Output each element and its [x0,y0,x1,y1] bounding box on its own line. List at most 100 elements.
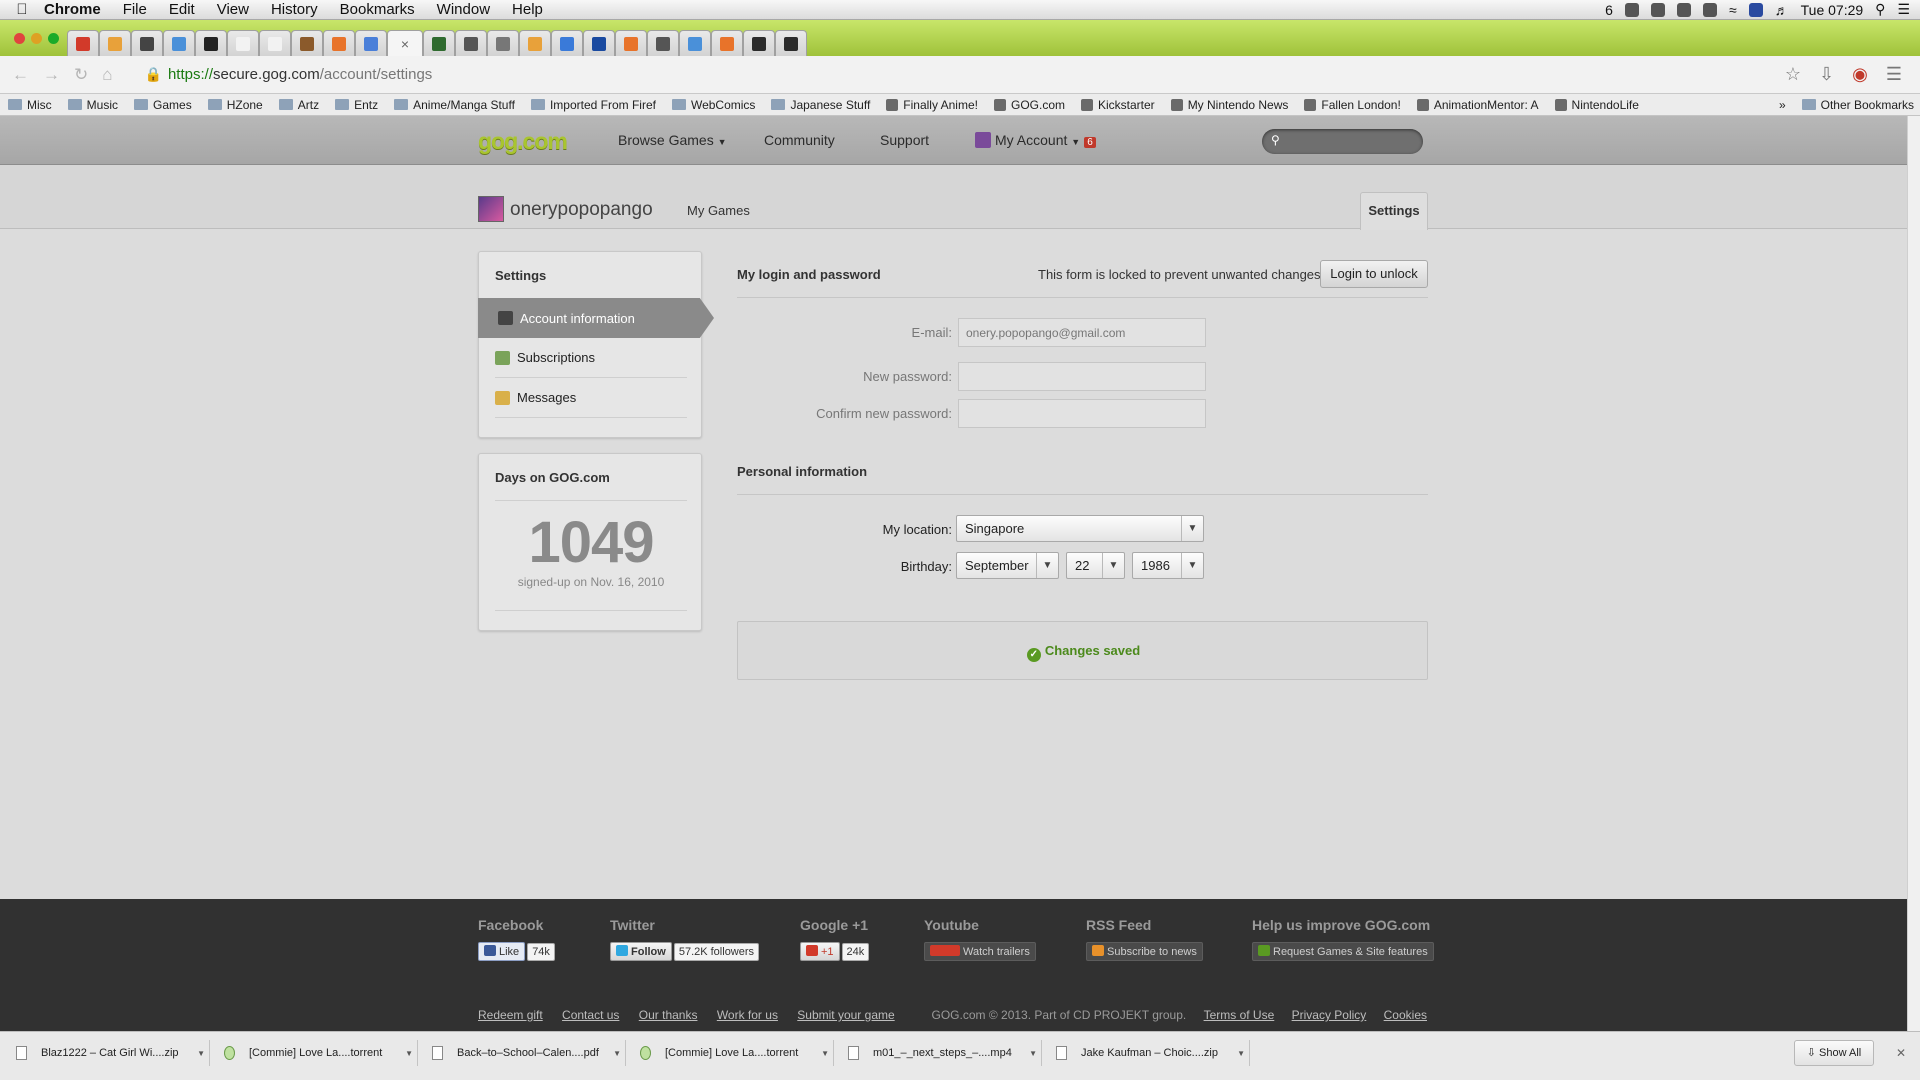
browser-tab[interactable] [519,30,551,56]
browser-tab[interactable] [99,30,131,56]
browser-tab[interactable] [743,30,775,56]
page-scrollbar[interactable] [1907,116,1920,1031]
bookmark-item[interactable]: Finally Anime! [886,98,978,112]
notification-center-icon[interactable]: ☰ [1897,1,1910,18]
nav-community[interactable]: Community [764,132,835,148]
bookmark-item[interactable]: Fallen London! [1304,98,1401,112]
browser-tab[interactable] [679,30,711,56]
volume-icon[interactable]: ♬ [1775,2,1789,18]
bookmark-item[interactable]: NintendoLife [1554,98,1639,112]
browser-tab[interactable] [775,30,807,56]
download-item[interactable]: m01_–_next_steps_–....mp4 ▼ [838,1040,1042,1066]
clock[interactable]: Tue 07:29 [1801,2,1864,18]
browser-tab[interactable] [583,30,615,56]
show-all-downloads-button[interactable]: ⇩ Show All [1794,1040,1874,1066]
birth-month-select[interactable]: September ▼ [956,552,1059,579]
menu-icon[interactable]: ☰ [1886,64,1902,85]
dropbox-icon[interactable] [1624,2,1639,17]
forward-icon[interactable]: → [43,65,60,85]
submit-game-link[interactable]: Submit your game [797,1008,894,1022]
browser-tab[interactable] [711,30,743,56]
chevron-down-icon[interactable]: ▼ [1029,1049,1037,1058]
email-field[interactable]: onery.popopango@gmail.com [958,318,1206,347]
bookmark-star-icon[interactable]: ☆ [1785,64,1801,85]
nav-my-account[interactable]: My Account ▼ 6 [975,132,1096,148]
browser-tab[interactable] [195,30,227,56]
browser-tab[interactable] [163,30,195,56]
chevron-down-icon[interactable]: ▼ [1237,1049,1245,1058]
cookies-link[interactable]: Cookies [1384,1008,1427,1022]
browser-tab[interactable] [323,30,355,56]
chevron-down-icon[interactable]: ▼ [613,1049,621,1058]
download-icon[interactable]: ⇩ [1819,64,1834,85]
menu-history[interactable]: History [271,1,318,18]
redeem-gift-link[interactable]: Redeem gift [478,1008,543,1022]
bookmark-item[interactable]: HZone [207,98,263,112]
new-password-field[interactable] [958,362,1206,391]
my-games-link[interactable]: My Games [687,203,750,218]
browser-tab[interactable] [227,30,259,56]
browser-tab-active[interactable]: × [387,30,423,56]
browser-tab[interactable] [455,30,487,56]
minimize-window-button[interactable] [31,33,42,44]
home-icon[interactable]: ⌂ [102,65,112,85]
request-games-button[interactable]: Request Games & Site features [1252,942,1434,961]
our-thanks-link[interactable]: Our thanks [639,1008,698,1022]
browser-tab[interactable] [647,30,679,56]
menu-file[interactable]: File [123,1,147,18]
status-count[interactable]: 6 [1605,2,1613,18]
timer-icon[interactable] [1650,2,1665,17]
username[interactable]: onerypopopango [510,199,653,221]
download-item[interactable]: Blaz1222 – Cat Girl Wi....zip ▼ [6,1040,210,1066]
more-bookmarks-button[interactable]: » [1779,98,1786,112]
nav-support[interactable]: Support [880,132,929,148]
confirm-password-field[interactable] [958,399,1206,428]
bookmark-item[interactable]: Entz [335,98,378,112]
menu-window[interactable]: Window [437,1,490,18]
download-item[interactable]: Back–to–School–Calen....pdf ▼ [422,1040,626,1066]
browser-tab[interactable] [551,30,583,56]
other-bookmarks[interactable]: Other Bookmarks [1801,98,1914,112]
location-select[interactable]: Singapore ▼ [956,515,1204,542]
reload-icon[interactable]: ↻ [74,65,88,85]
chevron-down-icon[interactable]: ▼ [405,1049,413,1058]
chevron-down-icon[interactable]: ▼ [197,1049,205,1058]
work-for-us-link[interactable]: Work for us [717,1008,778,1022]
back-icon[interactable]: ← [12,65,29,85]
bookmark-item[interactable]: Anime/Manga Stuff [394,98,515,112]
download-item[interactable]: [Commie] Love La....torrent ▼ [630,1040,834,1066]
bookmark-item[interactable]: Misc [8,98,52,112]
url-field[interactable]: https://secure.gog.com/account/settings [168,66,432,83]
time-machine-icon[interactable] [1676,2,1691,17]
sidebar-item-account-information[interactable]: Account information [478,298,714,338]
browser-tab[interactable] [131,30,163,56]
sidebar-item-subscriptions[interactable]: Subscriptions [495,338,687,378]
bookmark-item[interactable]: Kickstarter [1081,98,1155,112]
spotlight-icon[interactable]: ⚲ [1875,1,1885,18]
bookmark-item[interactable]: GOG.com [993,98,1065,112]
bookmark-item[interactable]: WebComics [671,98,755,112]
browser-tab[interactable] [423,30,455,56]
bookmark-item[interactable]: My Nintendo News [1170,98,1288,112]
browser-tab[interactable] [355,30,387,56]
subscribe-news-button[interactable]: Subscribe to news [1086,942,1203,961]
birth-year-select[interactable]: 1986 ▼ [1132,552,1204,579]
nav-browse-games[interactable]: Browse Games ▼ [618,132,727,148]
google-plus-one-button[interactable]: +1 [800,942,840,961]
download-item[interactable]: [Commie] Love La....torrent ▼ [214,1040,418,1066]
menu-help[interactable]: Help [512,1,543,18]
bookmark-item[interactable]: Artz [278,98,319,112]
close-tab-icon[interactable]: × [401,36,409,52]
download-item[interactable]: Jake Kaufman – Choic....zip ▼ [1046,1040,1250,1066]
menu-edit[interactable]: Edit [169,1,195,18]
zoom-window-button[interactable] [48,33,59,44]
bookmark-item[interactable]: Games [134,98,192,112]
bluetooth-icon[interactable] [1702,2,1717,17]
birth-day-select[interactable]: 22 ▼ [1066,552,1125,579]
tab-settings[interactable]: Settings [1360,192,1428,230]
browser-tab[interactable] [291,30,323,56]
flag-icon[interactable] [1748,2,1763,17]
app-menu[interactable]: Chrome [44,1,101,18]
wifi-icon[interactable]: ≈ [1729,2,1737,18]
watch-trailers-button[interactable]: Watch trailers [924,942,1036,961]
